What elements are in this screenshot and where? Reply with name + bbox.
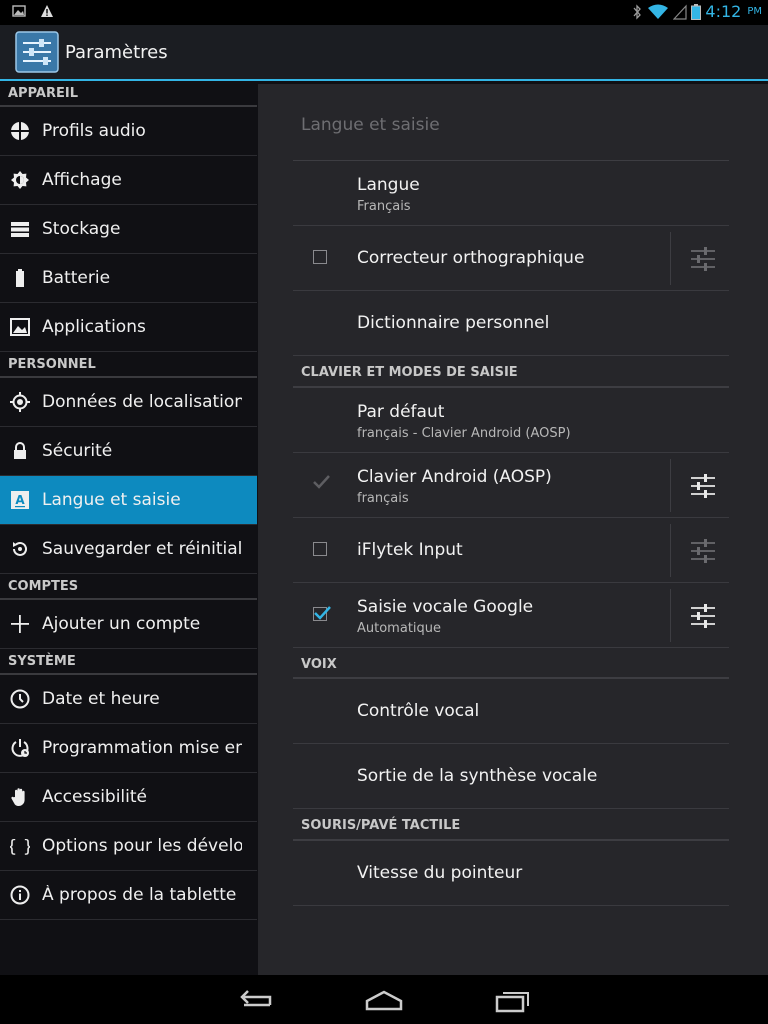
sidebar-item-date-time[interactable]: Date et heure xyxy=(0,675,257,724)
pref-google-voice-typing[interactable]: Saisie vocale Google Automatique xyxy=(293,583,729,648)
pref-android-keyboard[interactable]: Clavier Android (AOSP) français xyxy=(293,453,729,518)
braces-icon: { } xyxy=(10,837,30,856)
pref-tts-output[interactable]: Sortie de la synthèse vocale xyxy=(293,744,729,809)
sidebar-item-about[interactable]: À propos de la tablette xyxy=(0,871,257,920)
category-mouse-trackpad: SOURIS/PAVÉ TACTILE xyxy=(293,809,729,841)
android-keyboard-checkbox[interactable] xyxy=(313,475,330,491)
lock-icon xyxy=(14,442,26,459)
pref-iflytek-input[interactable]: iFlytek Input xyxy=(293,518,729,583)
sidebar-item-location[interactable]: Données de localisation xyxy=(0,378,257,427)
language-icon: A xyxy=(11,491,29,509)
home-icon[interactable] xyxy=(364,987,404,1013)
svg-text:A: A xyxy=(15,493,25,507)
sidebar-item-language[interactable]: A Langue et saisie xyxy=(0,476,257,525)
sidebar-item-backup[interactable]: Sauvegarder et réinitialiser xyxy=(0,525,257,574)
clock-ampm: PM xyxy=(747,6,762,17)
clock: 4:12 xyxy=(705,2,742,21)
iflytek-checkbox[interactable] xyxy=(313,542,327,556)
action-bar: Paramètres xyxy=(0,25,768,81)
sidebar-item-security[interactable]: Sécurité xyxy=(0,427,257,476)
sidebar-item-accessibility[interactable]: Accessibilité xyxy=(0,773,257,822)
sidebar-item-storage[interactable]: Stockage xyxy=(0,205,257,254)
sidebar-item-apps[interactable]: Applications xyxy=(0,303,257,352)
recents-icon[interactable] xyxy=(494,987,534,1013)
image-icon xyxy=(12,5,26,17)
hand-icon xyxy=(11,788,25,806)
sidebar-item-display[interactable]: Affichage xyxy=(0,156,257,205)
sidebar-header-personnel: PERSONNEL xyxy=(0,352,257,378)
pref-language[interactable]: Langue Français xyxy=(293,161,729,226)
pref-personal-dictionary[interactable]: Dictionnaire personnel xyxy=(293,291,729,356)
pane-title: Langue et saisie xyxy=(301,115,440,135)
sidebar-item-audio-profiles[interactable]: Profils audio xyxy=(0,107,257,156)
category-voice: VOIX xyxy=(293,648,729,679)
bluetooth-icon xyxy=(633,3,642,20)
sidebar-header-appareil: APPAREIL xyxy=(0,81,257,107)
backup-icon xyxy=(13,541,27,556)
location-icon xyxy=(10,392,30,412)
back-icon[interactable] xyxy=(236,987,276,1013)
spell-checker-checkbox[interactable] xyxy=(313,250,327,264)
apps-icon xyxy=(10,318,30,336)
settings-sidebar: APPAREIL Profils audio Affichage Stockag… xyxy=(0,81,257,975)
category-keyboard: CLAVIER ET MODES DE SAISIE xyxy=(293,356,729,388)
settings-app-icon[interactable] xyxy=(15,31,59,73)
pref-default-keyboard[interactable]: Par défaut français - Clavier Android (A… xyxy=(293,388,729,453)
preference-list: Langue Français Correcteur orthographiqu… xyxy=(293,161,729,906)
wifi-icon xyxy=(648,4,669,19)
pref-pointer-speed[interactable]: Vitesse du pointeur xyxy=(293,841,729,906)
add-icon xyxy=(11,615,29,633)
info-icon xyxy=(10,885,30,905)
sidebar-item-battery[interactable]: Batterie xyxy=(0,254,257,303)
google-voice-settings-icon[interactable] xyxy=(689,602,717,630)
system-nav-bar xyxy=(0,975,768,1024)
power-schedule-icon xyxy=(11,739,29,757)
audio-profiles-icon xyxy=(11,122,29,140)
pref-spell-checker[interactable]: Correcteur orthographique xyxy=(293,226,729,291)
sidebar-header-comptes: COMPTES xyxy=(0,574,257,600)
clock-icon xyxy=(10,689,30,709)
battery-icon xyxy=(691,3,702,20)
google-voice-checkbox[interactable] xyxy=(313,606,331,621)
display-icon xyxy=(11,171,29,189)
battery-icon xyxy=(16,269,24,287)
spell-checker-settings-icon[interactable] xyxy=(689,245,717,273)
status-bar: 4:12 PM xyxy=(0,0,768,25)
signal-icon xyxy=(673,3,687,20)
detail-pane: Langue et saisie Langue Français Correct… xyxy=(258,84,768,975)
android-keyboard-settings-icon[interactable] xyxy=(689,472,717,500)
pref-voice-control[interactable]: Contrôle vocal xyxy=(293,679,729,744)
sidebar-header-systeme: SYSTÈME xyxy=(0,649,257,675)
sidebar-item-developer-options[interactable]: { } Options pour les développeurs xyxy=(0,822,257,871)
sidebar-item-add-account[interactable]: Ajouter un compte xyxy=(0,600,257,649)
app-title: Paramètres xyxy=(65,42,168,63)
svg-text:{ }: { } xyxy=(10,837,30,856)
storage-icon xyxy=(11,222,29,237)
sidebar-item-power-schedule[interactable]: Programmation mise en marche xyxy=(0,724,257,773)
iflytek-settings-icon[interactable] xyxy=(689,537,717,565)
warning-icon xyxy=(41,5,53,17)
